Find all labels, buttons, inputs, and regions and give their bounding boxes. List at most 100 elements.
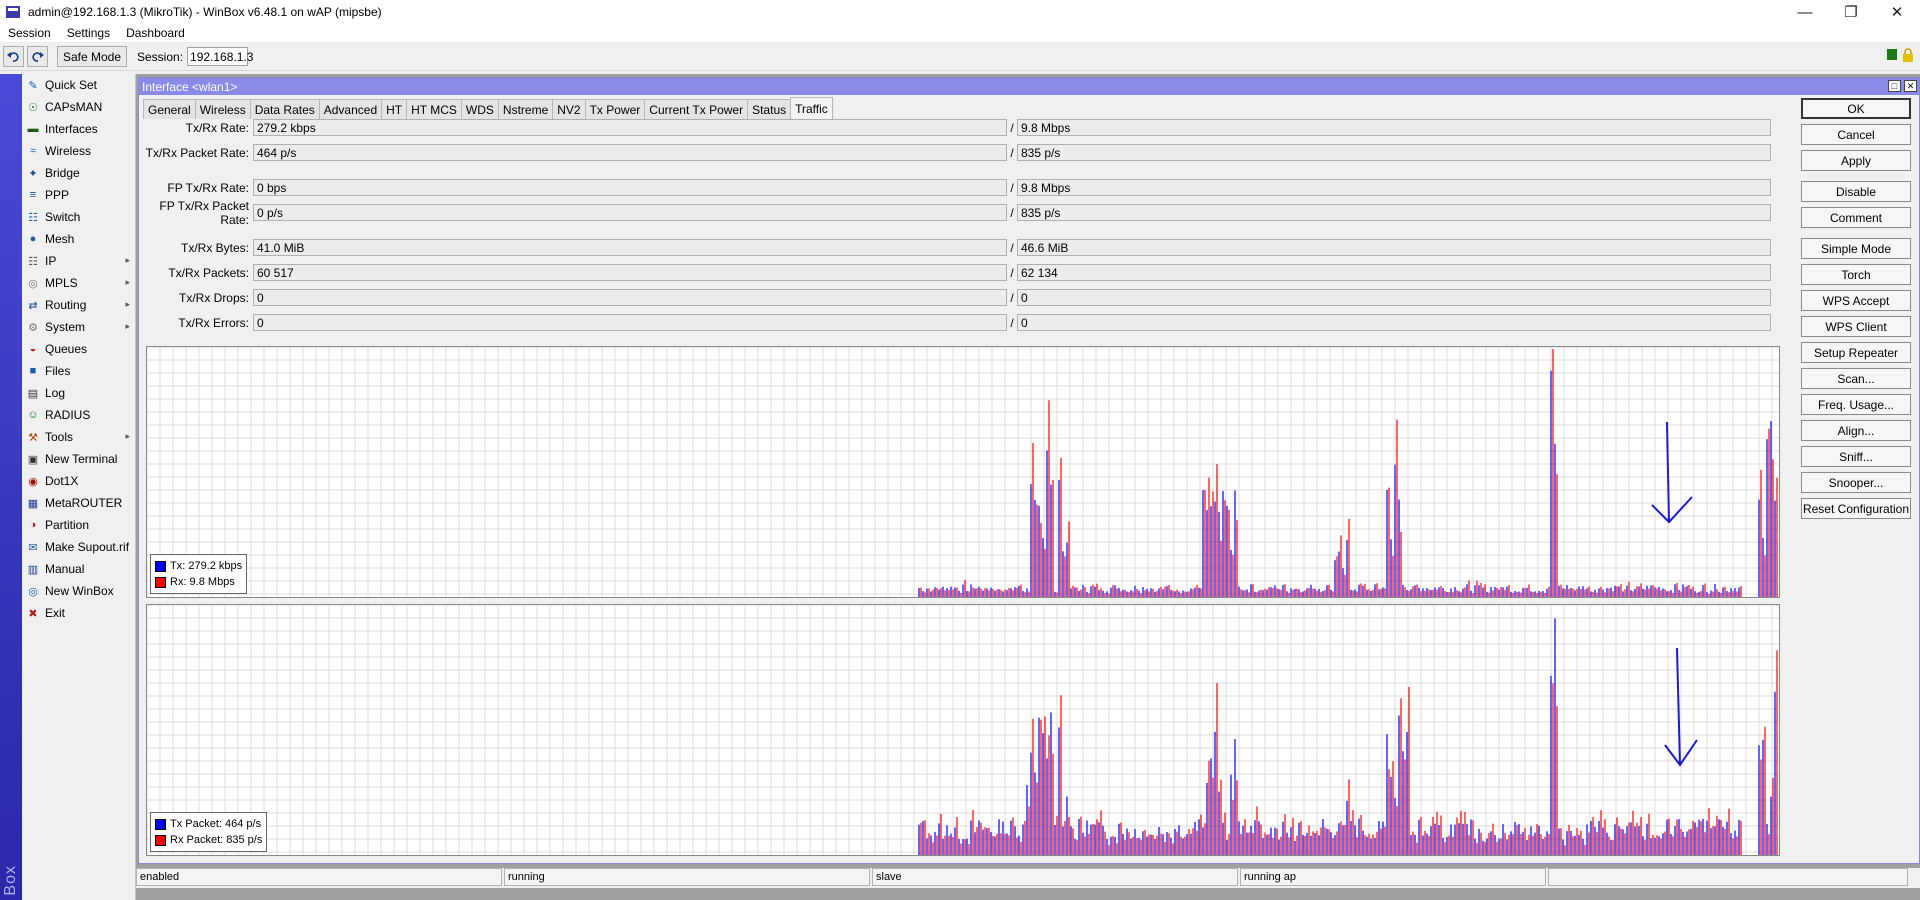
rx-packet-swatch — [155, 834, 166, 846]
undo-button[interactable] — [3, 46, 24, 67]
sidebar-item-label: Make Supout.rif — [45, 540, 130, 554]
tab-wireless[interactable]: Wireless — [194, 99, 251, 119]
session-field[interactable]: 192.168.1.3 — [187, 47, 253, 66]
sidebar-item-new-terminal[interactable]: ▣ New Terminal — [22, 448, 135, 470]
redo-button[interactable] — [27, 46, 48, 67]
tx-rx-bytes-tx-field[interactable]: 41.0 MiB — [253, 239, 1007, 256]
sidebar-item-label: Tools — [45, 430, 74, 444]
minimize-icon[interactable]: — — [1782, 0, 1828, 24]
tab-data-rates[interactable]: Data Rates — [249, 99, 320, 119]
tx-rx-bytes-rx-field[interactable]: 46.6 MiB — [1017, 239, 1771, 256]
reset-configuration-button[interactable]: Reset Configuration — [1801, 498, 1911, 519]
field-row: Tx/Rx Packet Rate: 464 p/s/835 p/s — [143, 144, 1771, 161]
tab-general[interactable]: General — [143, 99, 196, 119]
tab-nstreme[interactable]: Nstreme — [497, 99, 554, 119]
sidebar-item-system[interactable]: ⚙ System ▸ — [22, 316, 135, 338]
tab-current-tx-power[interactable]: Current Tx Power — [644, 99, 749, 119]
tab-status[interactable]: Status — [747, 99, 792, 119]
fp-tx-rx-rate-rx-field[interactable]: 9.8 Mbps — [1017, 179, 1771, 196]
sidebar-item-mpls[interactable]: ◎ MPLS ▸ — [22, 272, 135, 294]
tx-rx-packet-rate-rx-field[interactable]: 835 p/s — [1017, 144, 1771, 161]
sidebar-item-log[interactable]: ▤ Log — [22, 382, 135, 404]
sidebar-item-queues[interactable]: ◒ Queues — [22, 338, 135, 360]
apply-button[interactable]: Apply — [1801, 150, 1911, 171]
sidebar-item-label: Bridge — [45, 166, 80, 180]
supout-icon: ✉ — [28, 541, 38, 554]
tx-rx-packets-rx-field[interactable]: 62 134 — [1017, 264, 1771, 281]
graph-grid — [147, 605, 1779, 855]
sidebar-item-radius[interactable]: ☺ RADIUS — [22, 404, 135, 426]
sniff-button[interactable]: Sniff... — [1801, 446, 1911, 467]
sidebar-item-routing[interactable]: ⇄ Routing ▸ — [22, 294, 135, 316]
ok-button[interactable]: OK — [1801, 98, 1911, 119]
sidebar-item-switch[interactable]: ☷ Switch — [22, 206, 135, 228]
setup-repeater-button[interactable]: Setup Repeater — [1801, 342, 1911, 363]
tab-tx-power[interactable]: Tx Power — [584, 99, 646, 119]
sidebar-item-ip[interactable]: ☷ IP ▸ — [22, 250, 135, 272]
close-icon[interactable]: ✕ — [1874, 0, 1920, 24]
tx-rx-errors-rx-field[interactable]: 0 — [1017, 314, 1771, 331]
window-close-icon[interactable]: ✕ — [1904, 80, 1917, 92]
sidebar-item-dot1x[interactable]: ◉ Dot1X — [22, 470, 135, 492]
wireless-icon: ≈ — [29, 145, 37, 157]
tx-rx-rate-tx-field[interactable]: 279.2 kbps — [253, 119, 1007, 136]
cancel-button[interactable]: Cancel — [1801, 124, 1911, 145]
snooper-button[interactable]: Snooper... — [1801, 472, 1911, 493]
tab-advanced[interactable]: Advanced — [318, 99, 383, 119]
tx-rx-drops-tx-field[interactable]: 0 — [253, 289, 1007, 306]
tab-wds[interactable]: WDS — [460, 99, 499, 119]
sidebar-item-ppp[interactable]: ≡ PPP — [22, 184, 135, 206]
safe-mode-button[interactable]: Safe Mode — [57, 46, 127, 67]
tx-rx-packets-tx-field[interactable]: 60 517 — [253, 264, 1007, 281]
window-titlebar[interactable]: Interface <wlan1> □ ✕ — [139, 78, 1919, 95]
menu-settings[interactable]: Settings — [59, 26, 118, 40]
tab-strip: General Wireless Data Rates Advanced HT HT MC… — [143, 97, 833, 119]
sidebar-item-partition[interactable]: ◑ Partition — [22, 514, 135, 536]
fp-tx-rx-packet-rate-tx-field[interactable]: 0 p/s — [253, 204, 1007, 221]
menu-dashboard[interactable]: Dashboard — [118, 26, 193, 40]
wps-accept-button[interactable]: WPS Accept — [1801, 290, 1911, 311]
fp-tx-rx-packet-rate-rx-field[interactable]: 835 p/s — [1017, 204, 1771, 221]
tx-rx-drops-rx-field[interactable]: 0 — [1017, 289, 1771, 306]
align-button[interactable]: Align... — [1801, 420, 1911, 441]
routing-icon: ⇄ — [28, 299, 38, 312]
sidebar: ✎ Quick Set ☉ CAPsMAN ▬ Interfaces ≈ Wireless ✦ B… — [22, 74, 136, 900]
sidebar-item-label: CAPsMAN — [45, 100, 103, 114]
window-maximize-icon[interactable]: □ — [1888, 80, 1901, 92]
sidebar-item-exit[interactable]: ✖ Exit — [22, 602, 135, 624]
restore-icon[interactable]: ❐ — [1828, 0, 1874, 24]
tab-nv2[interactable]: NV2 — [552, 99, 586, 119]
tx-rx-errors-tx-field[interactable]: 0 — [253, 314, 1007, 331]
tab-traffic[interactable]: Traffic — [790, 97, 833, 119]
sidebar-item-interfaces[interactable]: ▬ Interfaces — [22, 118, 135, 140]
tx-rx-rate-rx-field[interactable]: 9.8 Mbps — [1017, 119, 1771, 136]
sidebar-item-quick-set[interactable]: ✎ Quick Set — [22, 74, 135, 96]
quick-set-icon: ✎ — [28, 79, 38, 92]
sidebar-item-metarouter[interactable]: ▦ MetaROUTER — [22, 492, 135, 514]
sidebar-item-make-supout-rif[interactable]: ✉ Make Supout.rif — [22, 536, 135, 558]
fp-tx-rx-rate-tx-field[interactable]: 0 bps — [253, 179, 1007, 196]
sidebar-item-files[interactable]: ■ Files — [22, 360, 135, 382]
sidebar-item-wireless[interactable]: ≈ Wireless — [22, 140, 135, 162]
freq-usage-button[interactable]: Freq. Usage... — [1801, 394, 1911, 415]
simple-mode-button[interactable]: Simple Mode — [1801, 238, 1911, 259]
tx-rx-errors-label: Tx/Rx Errors: — [178, 315, 249, 330]
sidebar-item-bridge[interactable]: ✦ Bridge — [22, 162, 135, 184]
tab-ht-mcs[interactable]: HT MCS — [406, 99, 462, 119]
disable-button[interactable]: Disable — [1801, 181, 1911, 202]
tab-ht[interactable]: HT — [381, 99, 408, 119]
sidebar-item-manual[interactable]: ▥ Manual — [22, 558, 135, 580]
wps-client-button[interactable]: WPS Client — [1801, 316, 1911, 337]
tx-rx-packet-rate-tx-field[interactable]: 464 p/s — [253, 144, 1007, 161]
legend-tx-label: Tx: 279.2 kbps — [170, 560, 243, 572]
sidebar-item-capsman[interactable]: ☉ CAPsMAN — [22, 96, 135, 118]
sidebar-item-tools[interactable]: ⚒ Tools ▸ — [22, 426, 135, 448]
sidebar-item-new-winbox[interactable]: ◎ New WinBox — [22, 580, 135, 602]
torch-button[interactable]: Torch — [1801, 264, 1911, 285]
mpls-icon: ◎ — [28, 277, 38, 290]
scan-button[interactable]: Scan... — [1801, 368, 1911, 389]
sidebar-item-mesh[interactable]: ● Mesh — [22, 228, 135, 250]
sidebar-item-label: Files — [45, 364, 71, 378]
menu-session[interactable]: Session — [0, 26, 59, 40]
comment-button[interactable]: Comment — [1801, 207, 1911, 228]
